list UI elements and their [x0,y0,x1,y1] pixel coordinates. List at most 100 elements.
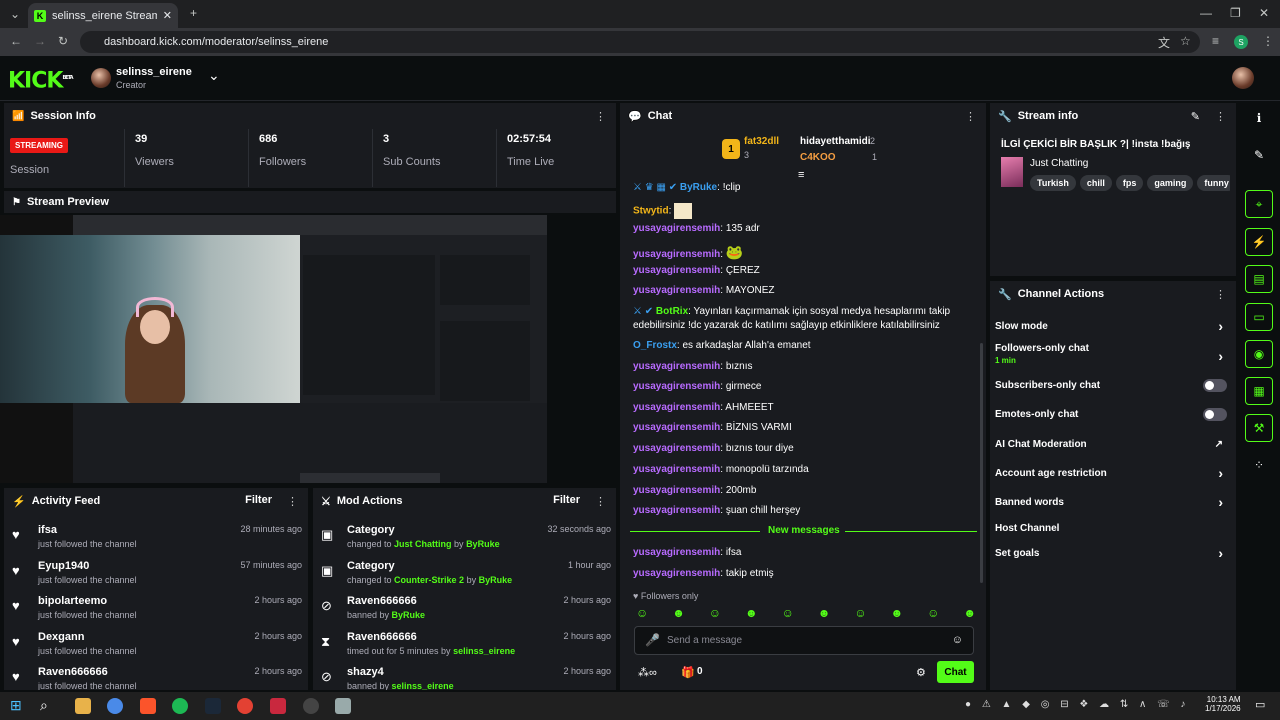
emote-icon[interactable]: ☺ [636,606,648,622]
gifter-name[interactable]: fat32dll [744,136,779,147]
chat-user[interactable]: yusayagirensemih [633,223,720,234]
emote-icon[interactable]: ☻ [672,606,685,622]
broadcast-icon[interactable]: ◉ [1245,340,1273,368]
app-icon-gray[interactable] [335,698,351,714]
chat-scrollbar[interactable] [980,343,983,583]
tag[interactable]: funny [1197,175,1230,191]
tab-close-icon[interactable]: ✕ [163,9,172,22]
mod-item-title[interactable]: Raven666666 [347,595,417,607]
mod-by[interactable]: ByRuke [479,575,513,585]
mod-highlight[interactable]: Counter-Strike 2 [394,575,464,585]
layout-icon[interactable]: ▦ [1245,377,1273,405]
chat-user[interactable]: yusayagirensemih [633,361,720,372]
chat-user[interactable]: Stwytid [633,206,669,217]
activity-menu-icon[interactable]: ⋮ [287,495,298,508]
app-icon[interactable] [107,698,123,714]
emote-icon[interactable]: ☻ [963,606,976,622]
notifications-icon[interactable]: ▭ [1255,698,1265,711]
brave-icon[interactable] [140,698,156,714]
activity-user[interactable]: Eyup1940 [38,560,89,572]
emote-icon[interactable]: ☻ [745,606,758,622]
browser-menu-icon[interactable]: ⋮ [1262,34,1274,48]
host-channel-row[interactable]: Host Channel [995,516,1227,540]
chat-user[interactable]: yusayagirensemih [633,402,720,413]
channel-actions-menu-icon[interactable]: ⋮ [1215,288,1226,301]
minimize-icon[interactable]: — [1200,6,1212,20]
chat-user[interactable]: yusayagirensemih [633,285,720,296]
emote-icon[interactable]: ☺ [927,606,939,622]
ai-moderation-row[interactable]: AI Chat Moderation ↗ [995,432,1227,456]
channel-name[interactable]: selinss_eirene [116,66,192,78]
reading-list-icon[interactable]: ≡ [1212,34,1219,48]
gifter-name[interactable]: C4KOO [800,152,836,163]
mod-by[interactable]: selinss_eirene [392,681,454,690]
translate-icon[interactable]: 文 [1158,34,1170,51]
tools-icon[interactable]: ⚒ [1245,414,1273,442]
address-bar[interactable]: dashboard.kick.com/moderator/selinss_eir… [80,31,1200,53]
chat-menu-icon[interactable]: ⋮ [965,110,976,123]
chat-input[interactable]: 🎤 Send a message ☺ [634,626,974,655]
chat-user[interactable]: yusayagirensemih [633,464,720,475]
subscribers-only-row[interactable]: Subscribers-only chat [995,373,1227,397]
kick-logo[interactable]: KICKBETA [8,67,74,92]
windows-start-icon[interactable]: ⊞ [10,697,22,714]
steam-icon[interactable] [205,698,221,714]
close-window-icon[interactable]: ✕ [1259,6,1269,20]
file-explorer-icon[interactable] [75,698,91,714]
chat-settings-icon[interactable]: ⚙ [916,666,926,679]
chat-user[interactable]: yusayagirensemih [633,443,720,454]
activity-user[interactable]: bipolarteemo [38,595,107,607]
lightning-icon[interactable]: ⚡ [1245,228,1273,256]
mod-menu-icon[interactable]: ⋮ [595,495,606,508]
emote-icon[interactable]: ☺ [709,606,721,622]
chevron-down-icon[interactable]: ⌄ [208,67,220,84]
session-menu-icon[interactable]: ⋮ [595,110,606,123]
tag[interactable]: fps [1115,175,1144,191]
clip-icon[interactable]: ⌖ [1245,190,1273,218]
followers-only-row[interactable]: Followers-only chat 1 min › [995,343,1227,369]
activity-filter-button[interactable]: Filter [245,494,272,506]
mod-highlight[interactable]: Just Chatting [394,539,452,549]
chat-send-button[interactable]: Chat [937,661,974,683]
search-icon[interactable]: ⌕ [40,697,48,714]
stream-info-menu-icon[interactable]: ⋮ [1215,110,1226,123]
chat-user[interactable]: O_Frostx [633,340,677,351]
category-name[interactable]: Just Chatting [1030,158,1088,169]
tag[interactable]: chill [1079,175,1112,191]
emote-icon[interactable]: ☺ [854,606,866,622]
reload-icon[interactable]: ↻ [58,34,68,48]
mod-item-title[interactable]: Raven666666 [347,631,417,643]
microphone-icon[interactable]: 🎤 [645,633,660,647]
browser-tab[interactable]: K selinss_eirene Stream - Kick Da ✕ [28,3,178,28]
tab-search-icon[interactable]: ⌄ [10,7,20,21]
info-icon[interactable]: ℹ [1245,104,1273,132]
pencil-icon[interactable]: ✎ [1245,141,1273,169]
chat-user[interactable]: yusayagirensemih [633,485,720,496]
chat-user[interactable]: yusayagirensemih [633,568,720,579]
notes-icon[interactable]: ▤ [1245,265,1273,293]
chat-icon[interactable]: ▭ [1245,303,1273,331]
category-thumbnail[interactable] [1001,157,1023,187]
new-tab-icon[interactable]: + [190,6,197,20]
mod-by[interactable]: ByRuke [392,610,426,620]
chatters-infinity-icon[interactable]: ⁂∞ [638,666,657,679]
bookmark-star-icon[interactable]: ☆ [1180,34,1191,48]
banned-words-row[interactable]: Banned words › [995,490,1227,514]
emoji-icon[interactable]: ☺ [952,634,963,646]
profile-avatar-icon[interactable]: S [1234,35,1248,49]
emote-icon[interactable]: ☻ [818,606,831,622]
mod-filter-button[interactable]: Filter [553,494,580,506]
tag[interactable]: Turkish [1030,175,1076,191]
emote-icon[interactable]: ☺ [782,606,794,622]
tag[interactable]: gaming [1147,175,1194,191]
back-icon[interactable]: ← [10,34,22,48]
obs-icon[interactable] [303,698,319,714]
edit-pencil-icon[interactable]: ✎ [1191,110,1200,123]
subscribers-only-toggle[interactable] [1203,378,1227,392]
channel-avatar[interactable] [91,68,111,88]
set-goals-row[interactable]: Set goals › [995,541,1227,565]
system-tray-icons[interactable]: ● ⚠ ▲ ◆ ◎ ⊟ ❖ ☁ ⇅ ∧ ☏ ♪ [965,699,1189,710]
chat-user[interactable]: yusayagirensemih [633,422,720,433]
maximize-icon[interactable]: ❐ [1230,6,1241,20]
new-messages-label[interactable]: New messages [768,525,840,536]
